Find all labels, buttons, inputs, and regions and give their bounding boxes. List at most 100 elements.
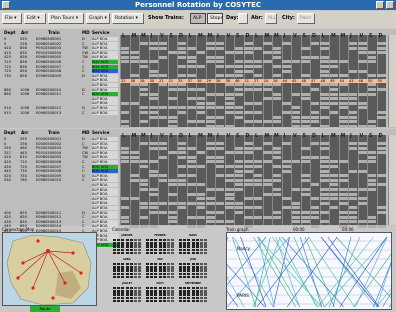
calendar-day[interactable]: [138, 299, 142, 303]
minimize-button[interactable]: [376, 1, 384, 9]
duty-cell[interactable]: [215, 115, 224, 119]
duty-cell[interactable]: [225, 178, 234, 182]
calendar-day[interactable]: [183, 248, 187, 251]
calendar-day[interactable]: [150, 266, 154, 269]
calendar-day[interactable]: [117, 239, 121, 242]
rotation-menu-button[interactable]: Rotation ▾: [112, 13, 144, 24]
duty-cell[interactable]: [149, 160, 158, 164]
table-row[interactable]: ALP BOA: [0, 78, 120, 83]
duty-cell[interactable]: [158, 211, 167, 214]
calendar-day[interactable]: [113, 242, 116, 245]
duty-cell[interactable]: [367, 178, 376, 182]
duty-cell[interactable]: [187, 46, 196, 50]
calendar-day[interactable]: [138, 248, 142, 251]
calendar-day[interactable]: [158, 263, 162, 266]
duty-cell[interactable]: [234, 169, 243, 173]
calendar-day[interactable]: [134, 263, 137, 266]
table-row[interactable]: 520 750 E0980500009 D ALP BOA: [0, 173, 120, 178]
duty-cell[interactable]: [206, 55, 215, 59]
table-row[interactable]: 430 720 E0980500007 C BOV VOS: [0, 164, 120, 169]
calendar-day[interactable]: [138, 239, 142, 242]
duty-cell[interactable]: [320, 92, 329, 96]
duty-cell[interactable]: [196, 51, 205, 55]
duty-cell[interactable]: [358, 201, 367, 205]
duty-cell[interactable]: [234, 146, 243, 150]
duty-cell[interactable]: [120, 51, 129, 55]
duty-cell[interactable]: [320, 60, 329, 64]
duty-cell[interactable]: [120, 220, 129, 224]
calendar-day[interactable]: [134, 272, 137, 275]
calendar-day[interactable]: [187, 299, 191, 303]
duty-cell[interactable]: [177, 178, 186, 182]
calendar-day[interactable]: [179, 290, 182, 293]
duty-cell[interactable]: [272, 65, 281, 68]
duty-cell[interactable]: [225, 206, 234, 210]
duty-cell[interactable]: [282, 65, 291, 68]
calendar-day[interactable]: [129, 275, 133, 279]
calendar-day[interactable]: [171, 269, 175, 272]
duty-cell[interactable]: [149, 188, 158, 191]
duty-cell[interactable]: [320, 101, 329, 105]
duty-cell[interactable]: [149, 42, 158, 45]
duty-cell[interactable]: [320, 174, 329, 178]
table-row[interactable]: 440 730 E0980500008 C BOV VOS: [0, 169, 120, 174]
duty-cell[interactable]: [139, 142, 148, 145]
duty-cell[interactable]: [158, 155, 167, 159]
duty-cell[interactable]: [120, 155, 129, 159]
duty-cell[interactable]: [320, 83, 329, 87]
duty-cell[interactable]: [120, 151, 129, 155]
duty-cell[interactable]: [263, 215, 272, 219]
table-row[interactable]: 410 610 E0980500005 TW ALP BOA: [0, 155, 120, 160]
duty-cell[interactable]: [149, 92, 158, 96]
calendar-day[interactable]: [121, 287, 125, 290]
duty-cell[interactable]: [177, 155, 186, 159]
duty-cell[interactable]: [348, 46, 357, 50]
calendar-day[interactable]: [158, 245, 162, 248]
duty-cell[interactable]: [130, 74, 139, 78]
duty-cell[interactable]: [177, 201, 186, 205]
duty-cell[interactable]: [168, 215, 177, 219]
duty-cell[interactable]: [177, 151, 186, 155]
duty-cell[interactable]: [253, 206, 262, 210]
table-row[interactable]: 5 256 E0980500002 C ALP BOA: [0, 41, 120, 46]
table-row[interactable]: 5 255 E0000500001 D ALP BOA: [0, 137, 120, 141]
duty-cell[interactable]: [329, 192, 338, 196]
duty-cell[interactable]: [329, 74, 338, 78]
calendar-day[interactable]: [162, 242, 166, 245]
duty-cell[interactable]: [187, 120, 196, 124]
calendar-day[interactable]: [204, 287, 208, 290]
duty-cell[interactable]: [244, 183, 253, 187]
calendar-day[interactable]: [129, 287, 133, 290]
duty-cell[interactable]: [215, 220, 224, 224]
calendar-day[interactable]: [146, 245, 149, 248]
calendar-day[interactable]: [113, 263, 116, 266]
calendar-month[interactable]: JUILLET: [112, 282, 142, 303]
calendar-day[interactable]: [162, 293, 166, 296]
calendar-day[interactable]: [171, 275, 175, 279]
duty-cell[interactable]: [291, 201, 300, 205]
duty-cell[interactable]: [244, 69, 253, 73]
calendar-day[interactable]: [171, 296, 175, 299]
duty-cell[interactable]: [339, 197, 348, 201]
duty-cell[interactable]: [282, 169, 291, 173]
calendar-day[interactable]: [167, 293, 170, 296]
duty-cell[interactable]: [244, 46, 253, 50]
duty-cell[interactable]: [367, 88, 376, 91]
calendar-day[interactable]: [200, 290, 203, 293]
duty-cell[interactable]: [139, 120, 148, 124]
calendar-day[interactable]: [200, 287, 203, 290]
duty-cell[interactable]: [291, 60, 300, 64]
duty-cell[interactable]: [320, 115, 329, 119]
calendar-day[interactable]: [125, 263, 129, 266]
duty-cell[interactable]: [196, 197, 205, 201]
duty-cell[interactable]: [320, 69, 329, 73]
duty-cell[interactable]: [215, 65, 224, 68]
calendar-day[interactable]: [158, 287, 162, 290]
calendar-day[interactable]: [158, 239, 162, 242]
duty-cell[interactable]: [310, 197, 319, 201]
duty-cell[interactable]: [234, 115, 243, 119]
duty-cell[interactable]: [339, 160, 348, 164]
calendar-day[interactable]: [138, 296, 142, 299]
calendar-day[interactable]: [191, 290, 195, 293]
duty-cell[interactable]: [358, 197, 367, 201]
